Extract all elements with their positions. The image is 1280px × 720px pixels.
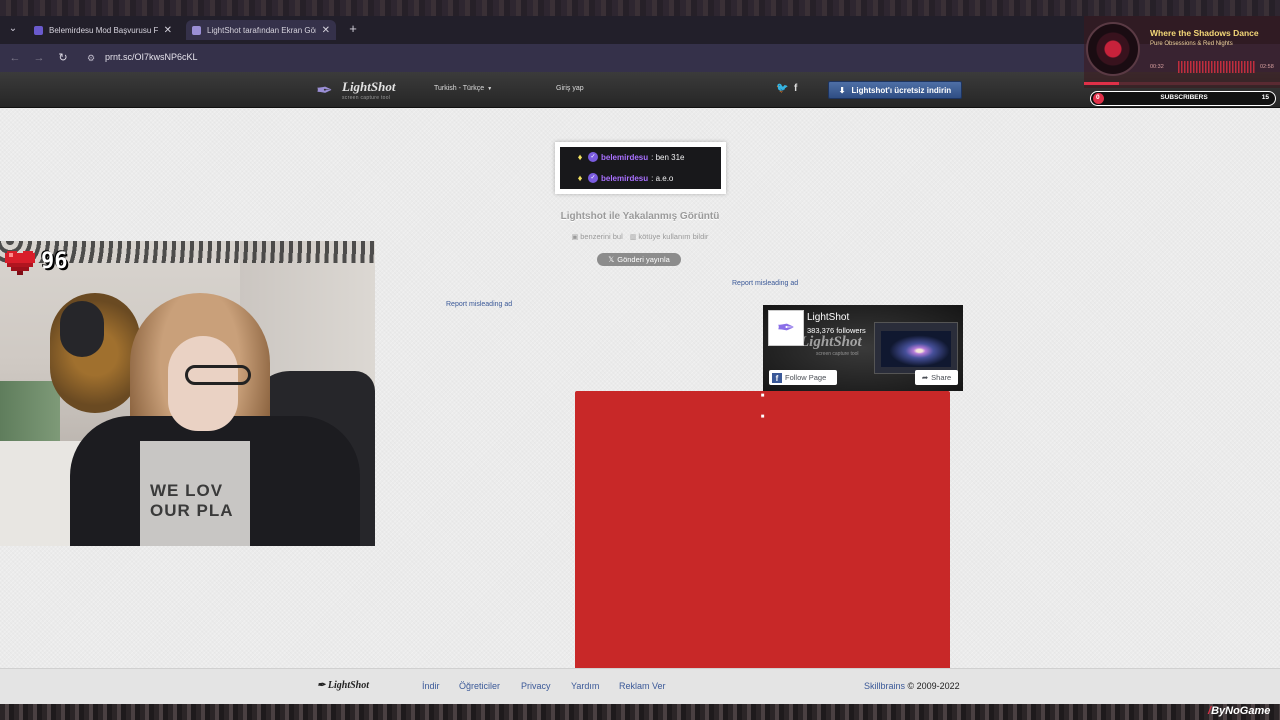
feather-icon: ✒	[316, 80, 333, 102]
back-arrow-icon[interactable]: ←	[7, 50, 23, 66]
chat-username: belemirdesu	[601, 152, 649, 162]
bynogame-text: ByNoGame	[1211, 705, 1271, 717]
close-icon[interactable]: ✕	[322, 25, 330, 36]
fb-followers: 383,376 followers	[807, 326, 866, 335]
song-progress-bar	[1084, 82, 1280, 85]
tweet-button[interactable]: 𝕏 Gönderi yayınla	[597, 253, 681, 266]
footer-link-advertise[interactable]: Reklam Ver	[619, 681, 666, 691]
chat-username: belemirdesu	[601, 173, 649, 183]
chat-text: : ben 31e	[651, 152, 685, 162]
subs-label: SUBSCRIBERS	[1160, 94, 1208, 101]
follow-page-button[interactable]: f Follow Page	[769, 370, 837, 385]
twitter-icon[interactable]: 🐦	[776, 83, 788, 94]
download-label: Lightshot'ı ücretsiz indirin	[851, 85, 952, 95]
logo-name: LightShot	[342, 79, 396, 94]
share-button[interactable]: ➦ Share	[915, 370, 958, 385]
facebook-icon: f	[772, 372, 782, 383]
song-artist: Pure Obsessions & Red Nights	[1150, 41, 1233, 47]
logo-subtitle: screen capture tool	[342, 95, 391, 101]
verified-badge-icon: ✓	[588, 152, 598, 162]
footer-logo-text: LightShot	[327, 680, 370, 691]
camera-icon: ▣	[571, 234, 579, 241]
hp-counter: 96	[41, 249, 68, 274]
tweet-label: Gönderi yayınla	[617, 255, 670, 264]
forms-icon	[34, 25, 43, 35]
image-actions: ▣ benzerini bul ▥ kötüye kullanım bildir	[0, 232, 1280, 241]
footer-link-download[interactable]: İndir	[422, 681, 440, 691]
footer-copyright: Skillbrains © 2009-2022	[864, 681, 960, 691]
copyright-text: © 2009-2022	[905, 681, 960, 691]
follow-label: Follow Page	[785, 373, 827, 382]
close-icon[interactable]: ✕	[164, 25, 172, 36]
lightshot-feather-icon	[192, 25, 201, 35]
tab-search-button[interactable]: ⌄	[4, 20, 22, 38]
facebook-icon[interactable]: f	[794, 83, 797, 94]
time-current: 00:32	[1150, 64, 1164, 70]
album-art	[1086, 22, 1140, 76]
galaxy-image	[881, 331, 951, 367]
shirt-text: WE LOV OUR PLA	[150, 481, 234, 521]
page-title: Lightshot ile Yakalanmış Görüntü	[560, 211, 720, 222]
x-logo-icon: 𝕏	[608, 255, 615, 264]
language-label: Turkish - Türkçe	[434, 85, 485, 92]
song-progress-fill	[1084, 82, 1120, 85]
tab-label: LightShot tarafından Ekran Gör	[207, 25, 316, 35]
webcam-overlay: WE LOV OUR PLA	[0, 241, 375, 546]
chat-text: : a.e.o	[651, 173, 674, 183]
skillbrains-link[interactable]: Skillbrains	[864, 681, 905, 691]
lightshot-logo[interactable]: ✒ LightShot screen capture tool	[316, 78, 406, 104]
chat-message: ■ ♦ ✓ belemirdesu: ben 31e	[575, 150, 950, 696]
url-field[interactable]: prnt.sc/OI7kwsNP6cKL	[105, 52, 198, 62]
footer-link-help[interactable]: Yardım	[571, 681, 599, 691]
chevron-down-icon: ▼	[487, 86, 493, 92]
subscriber-goal-bar: 0 SUBSCRIBERS 15	[1090, 91, 1276, 106]
footer-link-tutorials[interactable]: Öğreticiler	[459, 681, 500, 691]
footer-link-privacy[interactable]: Privacy	[521, 681, 551, 691]
shirt-text-line: WE LOV	[150, 481, 224, 500]
share-icon: ➦	[921, 373, 929, 382]
tab-mod-application[interactable]: Belemirdesu Mod Başvurusu Fo ✕	[28, 20, 178, 40]
gem-badge-icon: ♦	[577, 152, 583, 162]
trash-icon: ▥	[629, 234, 637, 241]
verified-badge-icon: ✓	[588, 173, 598, 183]
site-info-icon[interactable]: ⚙	[84, 51, 98, 65]
heart-icon	[5, 251, 35, 275]
report-ad-link[interactable]: Report misleading ad	[732, 280, 798, 287]
audio-waveform	[1178, 61, 1256, 73]
new-tab-button[interactable]: +	[345, 20, 361, 38]
tab-label: Belemirdesu Mod Başvurusu Fo	[49, 25, 158, 35]
forward-arrow-icon[interactable]: →	[31, 50, 47, 66]
footer-logo[interactable]: ✒ LightShot	[317, 680, 369, 691]
find-similar-link[interactable]: benzerini bul	[580, 232, 623, 241]
gem-badge-icon: ♦	[577, 173, 583, 183]
chat-message: ■ ♦ ✓ belemirdesu: a.e.o	[575, 171, 950, 717]
report-ad-link[interactable]: Report misleading ad	[446, 301, 512, 308]
fb-page-name[interactable]: LightShot	[807, 312, 849, 323]
language-select[interactable]: Turkish - Türkçe ▼	[434, 85, 492, 92]
cover-watermark-sub: screen capture tool	[816, 351, 859, 357]
webcam-bag	[60, 301, 104, 357]
subs-goal: 15	[1261, 94, 1269, 101]
share-label: Share	[931, 373, 952, 382]
time-total: 02:58	[1260, 64, 1274, 70]
webcam-glasses	[185, 365, 251, 385]
page-avatar[interactable]: ✒	[768, 310, 804, 346]
cover-thumbnail	[874, 322, 958, 374]
stream-bottom-strip	[0, 704, 1280, 720]
download-button[interactable]: ⬇ Lightshot'ı ücretsiz indirin	[828, 81, 962, 99]
download-icon: ⬇	[838, 85, 846, 95]
report-abuse-link[interactable]: kötüye kullanım bildir	[638, 232, 708, 241]
song-title: Where the Shadows Dance	[1150, 28, 1259, 38]
reload-icon[interactable]: ↻	[55, 50, 71, 66]
shirt-text-line: OUR PLA	[150, 501, 234, 520]
cover-watermark: LightShot	[800, 334, 862, 350]
feather-icon: ✒	[317, 680, 328, 691]
tab-lightshot[interactable]: LightShot tarafından Ekran Gör ✕	[186, 20, 336, 40]
login-link[interactable]: Giriş yap	[556, 85, 584, 92]
bynogame-watermark: /ByNoGame	[1208, 705, 1270, 717]
